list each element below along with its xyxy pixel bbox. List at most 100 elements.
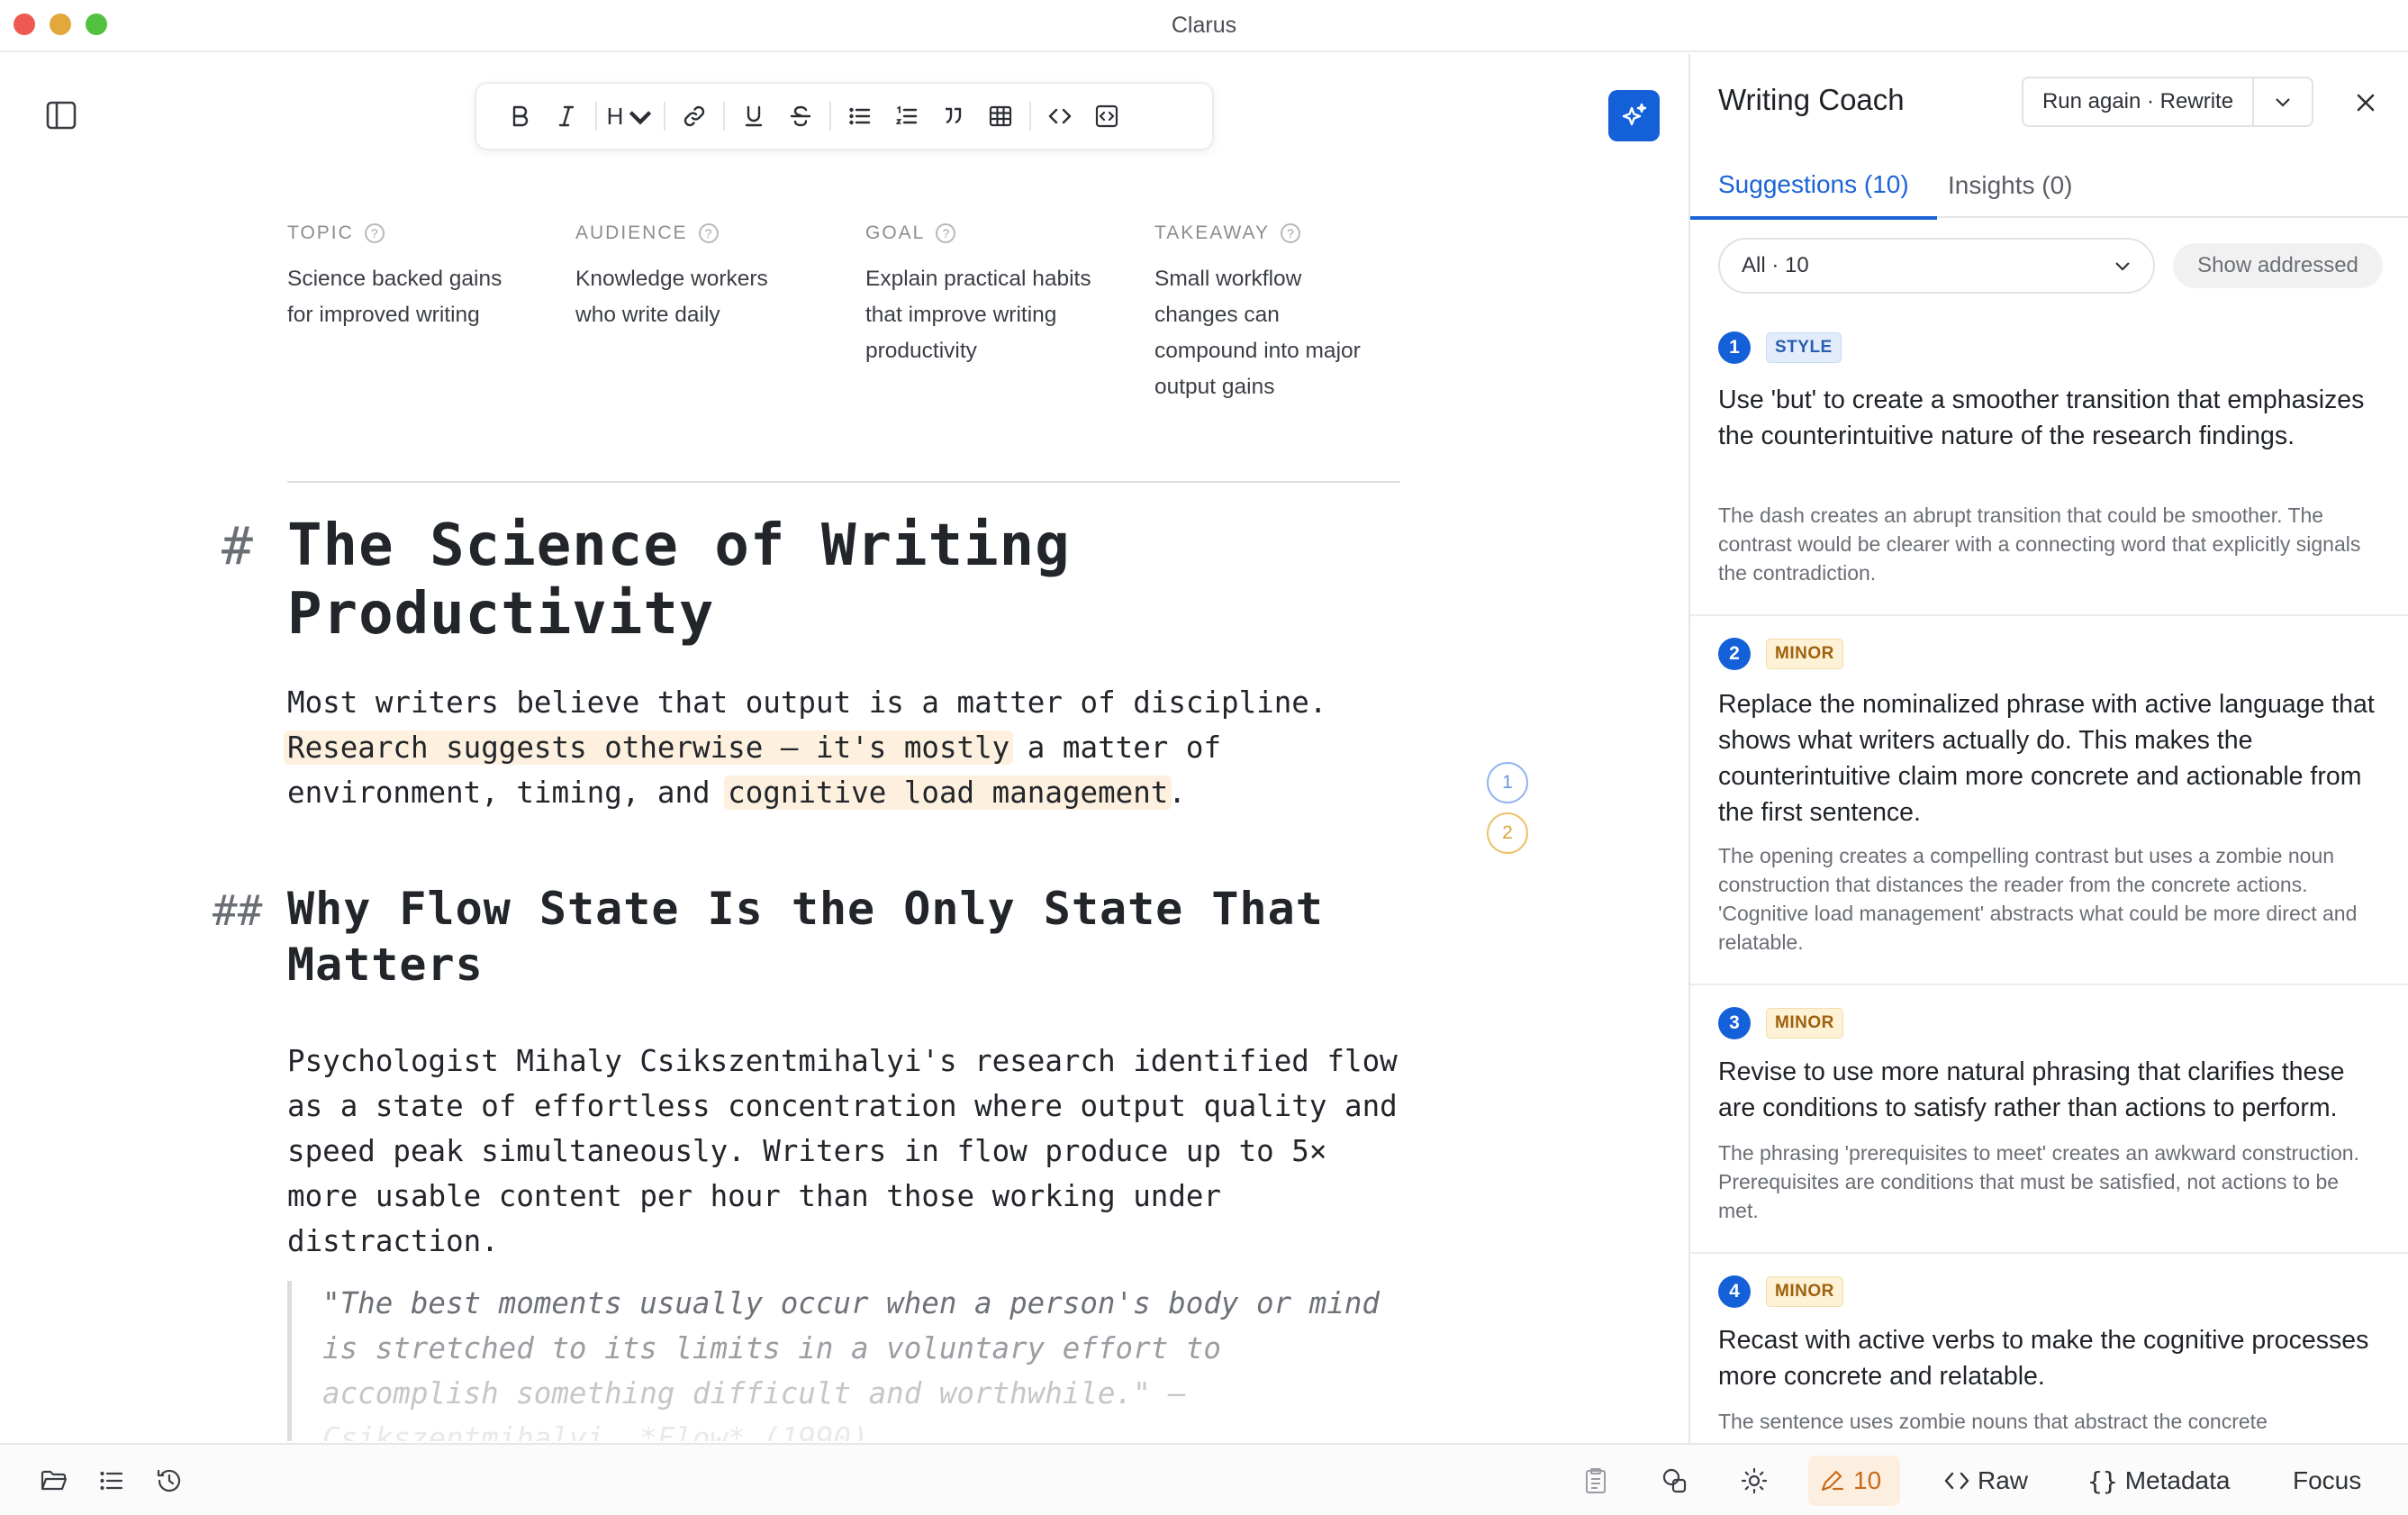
format-toolbar: H — [475, 82, 1214, 150]
meta-value: Knowledge workers who write daily — [575, 261, 819, 333]
heading-1-marker: # — [222, 515, 253, 576]
paragraph-line: as a state of effortless concentration w… — [287, 1089, 1398, 1123]
run-again-button[interactable]: Run again · Rewrite — [2022, 77, 2252, 127]
meta-goal[interactable]: GOAL? Explain practical habits that impr… — [865, 222, 1109, 369]
meta-value-line: Knowledge workers — [575, 267, 768, 291]
toolbar-divider — [829, 102, 831, 131]
link-icon[interactable] — [671, 93, 718, 140]
paragraph-intro[interactable]: Most writers believe that output is a ma… — [284, 680, 1458, 815]
pen-icon — [1821, 1470, 1844, 1492]
filter-selected-value: All · 10 — [1742, 253, 1809, 277]
raw-view-button[interactable]: Raw — [1943, 1461, 2028, 1501]
sparkle-icon — [1622, 103, 1646, 125]
heading-1[interactable]: The Science of Writing Productivity — [287, 512, 1458, 649]
document-metadata: TOPIC? Science backed gains for improved… — [287, 222, 1400, 483]
metadata-button[interactable]: {} Metadata — [2087, 1461, 2230, 1501]
sidebar-toggle-icon[interactable] — [45, 99, 77, 132]
theme-sun-icon[interactable] — [1736, 1463, 1772, 1499]
table-icon[interactable] — [977, 93, 1024, 140]
suggestion-card[interactable]: 2 MINOR Replace the nominalized phrase w… — [1690, 616, 2408, 985]
code-block-icon[interactable] — [1083, 93, 1130, 140]
meta-value-line: changes can — [1154, 303, 1280, 327]
underline-icon[interactable] — [730, 93, 777, 140]
blockquote-icon[interactable] — [930, 93, 977, 140]
numbered-list-icon[interactable] — [883, 93, 930, 140]
raw-label: Raw — [1978, 1466, 2029, 1494]
suggestion-explanation: The opening creates a compelling contras… — [1718, 844, 2358, 954]
clipboard-icon[interactable] — [1578, 1463, 1614, 1499]
chevron-down-icon — [629, 111, 652, 125]
shapes-icon[interactable] — [1657, 1463, 1693, 1499]
braces-icon: {} — [2087, 1465, 2118, 1496]
heading-2[interactable]: Why Flow State Is the Only State That Ma… — [287, 881, 1458, 993]
close-icon — [2357, 94, 2375, 112]
meta-value-line: output gains — [1154, 375, 1275, 399]
folder-icon[interactable] — [36, 1463, 72, 1499]
chevron-down-icon — [2276, 98, 2290, 107]
suggestion-card[interactable]: 3 MINOR Revise to use more natural phras… — [1690, 985, 2408, 1254]
ai-sparkle-button[interactable] — [1608, 90, 1660, 141]
strikethrough-icon[interactable] — [777, 93, 824, 140]
minor-badge: MINOR — [1766, 1008, 1843, 1039]
paragraph-line: more usable content per hour than those … — [287, 1179, 1222, 1213]
suggestion-marker-2[interactable]: 2 — [1487, 812, 1528, 854]
blockquote[interactable]: "The best moments usually occur when a p… — [287, 1281, 1458, 1441]
paragraph-line: environment, timing, and cognitive load … — [287, 770, 1458, 815]
tab-suggestions[interactable]: Suggestions (10) — [1690, 153, 1937, 220]
help-icon[interactable]: ? — [698, 223, 719, 243]
suggestions-count-button[interactable]: 10 — [1808, 1456, 1900, 1506]
meta-value-line: Small workflow — [1154, 267, 1302, 291]
meta-value: Science backed gains for improved writin… — [287, 261, 530, 333]
tab-insights[interactable]: Insights (0) — [1948, 153, 2101, 218]
quote-line: is stretched to its limits in a voluntar… — [322, 1331, 1221, 1365]
suggestion-explanation: The phrasing 'prerequisites to meet' cre… — [1718, 1141, 2359, 1222]
bullet-list-icon[interactable] — [837, 93, 883, 140]
show-addressed-button[interactable]: Show addressed — [2173, 243, 2383, 288]
paragraph-flow[interactable]: Psychologist Mihaly Csikszentmihalyi's r… — [287, 1039, 1458, 1264]
suggestion-explanation: The dash creates an abrupt transition th… — [1718, 503, 2361, 585]
meta-label: AUDIENCE — [575, 222, 688, 243]
suggestion-number: 1 — [1718, 331, 1751, 364]
close-panel-button[interactable] — [2348, 85, 2384, 121]
toolbar-divider — [595, 102, 597, 131]
status-bar: 10 Raw {} Metadata Focus — [0, 1443, 2408, 1515]
suggestion-title: Revise to use more natural phrasing that… — [1718, 1057, 2345, 1122]
meta-takeaway[interactable]: TAKEAWAY? Small workflow changes can com… — [1154, 222, 1398, 405]
paragraph-line: Research suggests otherwise — it's mostl… — [284, 725, 1458, 770]
suggestion-highlight-2[interactable]: cognitive load management — [724, 776, 1172, 810]
help-icon[interactable]: ? — [364, 223, 385, 243]
quote-line: Csikszentmihalyi, *Flow* (1990) — [322, 1421, 869, 1441]
outline-list-icon[interactable] — [94, 1463, 130, 1499]
paragraph-line: speed peak simultaneously. Writers in fl… — [287, 1134, 1327, 1168]
meta-topic[interactable]: TOPIC? Science backed gains for improved… — [287, 222, 530, 333]
meta-value-line: Explain practical habits — [865, 267, 1091, 291]
text-run: . — [1168, 776, 1186, 810]
window-title: Clarus — [1171, 13, 1237, 38]
filter-select[interactable]: All · 10 — [1718, 238, 2155, 294]
meta-label: TAKEAWAY — [1154, 222, 1271, 243]
help-icon[interactable]: ? — [936, 223, 956, 243]
paragraph-line: distraction. — [287, 1224, 499, 1258]
code-icon — [1944, 1472, 1969, 1490]
coach-tabs: Suggestions (10) Insights (0) — [1690, 153, 2408, 220]
bold-icon[interactable] — [496, 93, 543, 140]
quote-line: "The best moments usually occur when a p… — [322, 1286, 1380, 1320]
focus-mode-button[interactable]: Focus — [2293, 1461, 2361, 1501]
suggestion-title: Replace the nominalized phrase with acti… — [1718, 690, 2375, 827]
suggestion-count: 10 — [1853, 1466, 1882, 1494]
style-badge: STYLE — [1766, 332, 1842, 363]
suggestion-highlight-1[interactable]: Research suggests otherwise — it's mostl… — [284, 730, 1014, 765]
suggestion-card[interactable]: 1 STYLE Use 'but' to create a smoother t… — [1690, 310, 2408, 616]
heading-dropdown[interactable]: H — [602, 93, 658, 140]
help-icon[interactable]: ? — [1281, 223, 1301, 243]
history-icon[interactable] — [151, 1463, 187, 1499]
meta-value-line: compound into major — [1154, 339, 1361, 363]
meta-value: Explain practical habits that improve wr… — [865, 261, 1109, 369]
italic-icon[interactable] — [543, 93, 590, 140]
suggestion-card[interactable]: 4 MINOR Recast with active verbs to make… — [1690, 1254, 2408, 1443]
meta-audience[interactable]: AUDIENCE? Knowledge workers who write da… — [575, 222, 819, 333]
run-options-dropdown[interactable] — [2252, 77, 2313, 127]
suggestion-marker-1[interactable]: 1 — [1487, 762, 1528, 803]
paragraph-line: Most writers believe that output is a ma… — [287, 685, 1327, 720]
inline-code-icon[interactable] — [1037, 93, 1083, 140]
